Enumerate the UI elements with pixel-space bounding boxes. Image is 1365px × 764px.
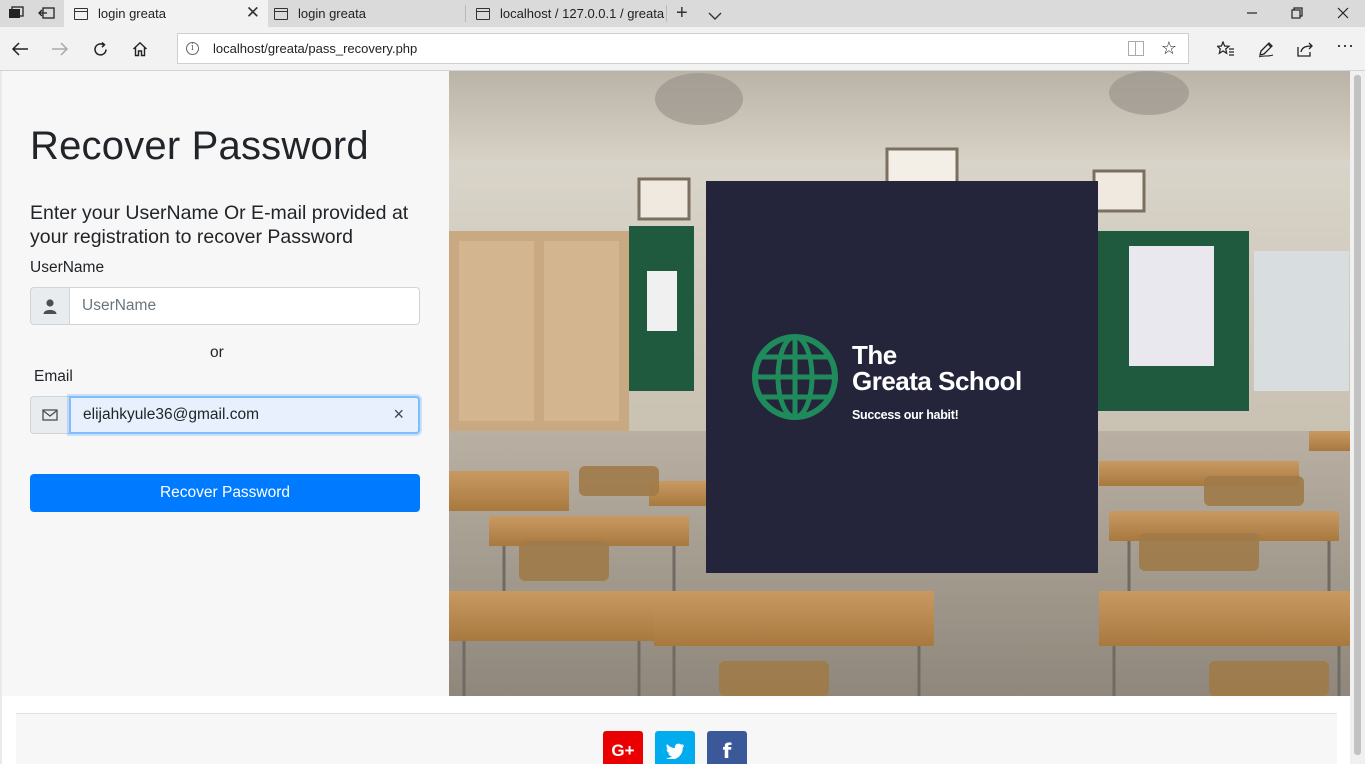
school-logo: The Greata School Success our habit! — [706, 181, 1098, 573]
envelope-icon — [30, 396, 69, 434]
twitter-icon — [665, 743, 684, 759]
tab-title: localhost / 127.0.0.1 / greata — [500, 6, 665, 21]
email-label: Email — [34, 368, 73, 385]
logo-line2: Greata School — [852, 366, 1022, 396]
web-notes-pen-icon[interactable] — [1254, 37, 1278, 61]
address-bar[interactable]: i localhost/greata/pass_recovery.php ☆ — [177, 33, 1189, 64]
google-plus-button[interactable]: G+ — [603, 731, 643, 764]
new-tab-plus-icon[interactable]: + — [676, 2, 688, 24]
tab-preview-chevron-icon[interactable] — [708, 4, 722, 26]
url-text[interactable]: localhost/greata/pass_recovery.php — [213, 41, 417, 56]
favorites-hub-icon[interactable] — [1214, 37, 1238, 61]
recovery-form-panel: Recover Password Enter your UserName Or … — [2, 71, 449, 696]
globe-icon — [752, 334, 838, 420]
tab-login-greata-active[interactable]: login greata ✕ — [64, 0, 268, 27]
site-info-icon[interactable]: i — [186, 42, 199, 55]
tabs-aside-icon[interactable] — [37, 4, 57, 22]
page-title: Recover Password — [30, 124, 369, 168]
instructions-text: Enter your UserName Or E-mail provided a… — [30, 202, 409, 248]
facebook-button[interactable]: f — [707, 731, 747, 764]
minimize-icon[interactable] — [1240, 3, 1264, 23]
email-input-group: × — [30, 396, 420, 434]
share-icon[interactable] — [1293, 37, 1317, 61]
tab-sets-icon[interactable] — [6, 4, 26, 22]
back-arrow-icon[interactable] — [8, 37, 32, 61]
logo-line1: The — [852, 340, 897, 370]
username-input[interactable] — [69, 287, 420, 325]
tab-title: login greata — [298, 6, 366, 21]
window-close-icon[interactable] — [1331, 3, 1355, 23]
tab-divider — [666, 5, 667, 22]
tab-login-greata[interactable]: login greata — [264, 0, 464, 27]
tab-close-icon[interactable]: ✕ — [246, 4, 260, 21]
restore-icon[interactable] — [1285, 3, 1309, 23]
more-menu-icon[interactable]: ··· — [1333, 33, 1357, 57]
page-scrollbar[interactable] — [1350, 71, 1365, 764]
scrollbar-thumb[interactable] — [1354, 75, 1361, 755]
page-icon — [74, 7, 88, 20]
facebook-icon: f — [722, 739, 732, 763]
username-input-group — [30, 287, 420, 325]
refresh-icon[interactable] — [88, 37, 112, 61]
reading-view-icon[interactable] — [1128, 41, 1144, 56]
google-plus-icon: G+ — [611, 741, 635, 760]
username-label: UserName — [30, 259, 105, 276]
page-icon — [476, 7, 490, 20]
user-icon — [30, 287, 69, 325]
recover-password-button[interactable]: Recover Password — [30, 474, 420, 512]
page-icon — [274, 7, 288, 20]
logo-tagline: Success our habit! — [852, 408, 959, 422]
browser-tab-strip: login greata ✕ login greata localhost / … — [0, 0, 1365, 27]
home-icon[interactable] — [128, 37, 152, 61]
tab-title: login greata — [98, 6, 166, 21]
email-input[interactable] — [69, 396, 420, 434]
browser-toolbar: i localhost/greata/pass_recovery.php ☆ ·… — [0, 27, 1365, 71]
page-viewport: Recover Password Enter your UserName Or … — [0, 71, 1350, 764]
twitter-button[interactable] — [655, 731, 695, 764]
forward-arrow-icon[interactable] — [48, 37, 72, 61]
favorite-star-icon[interactable]: ☆ — [1161, 38, 1177, 59]
clear-input-icon[interactable]: × — [393, 405, 404, 423]
or-separator-text: or — [210, 344, 224, 361]
tab-phpmyadmin[interactable]: localhost / 127.0.0.1 / greata — [466, 0, 666, 27]
